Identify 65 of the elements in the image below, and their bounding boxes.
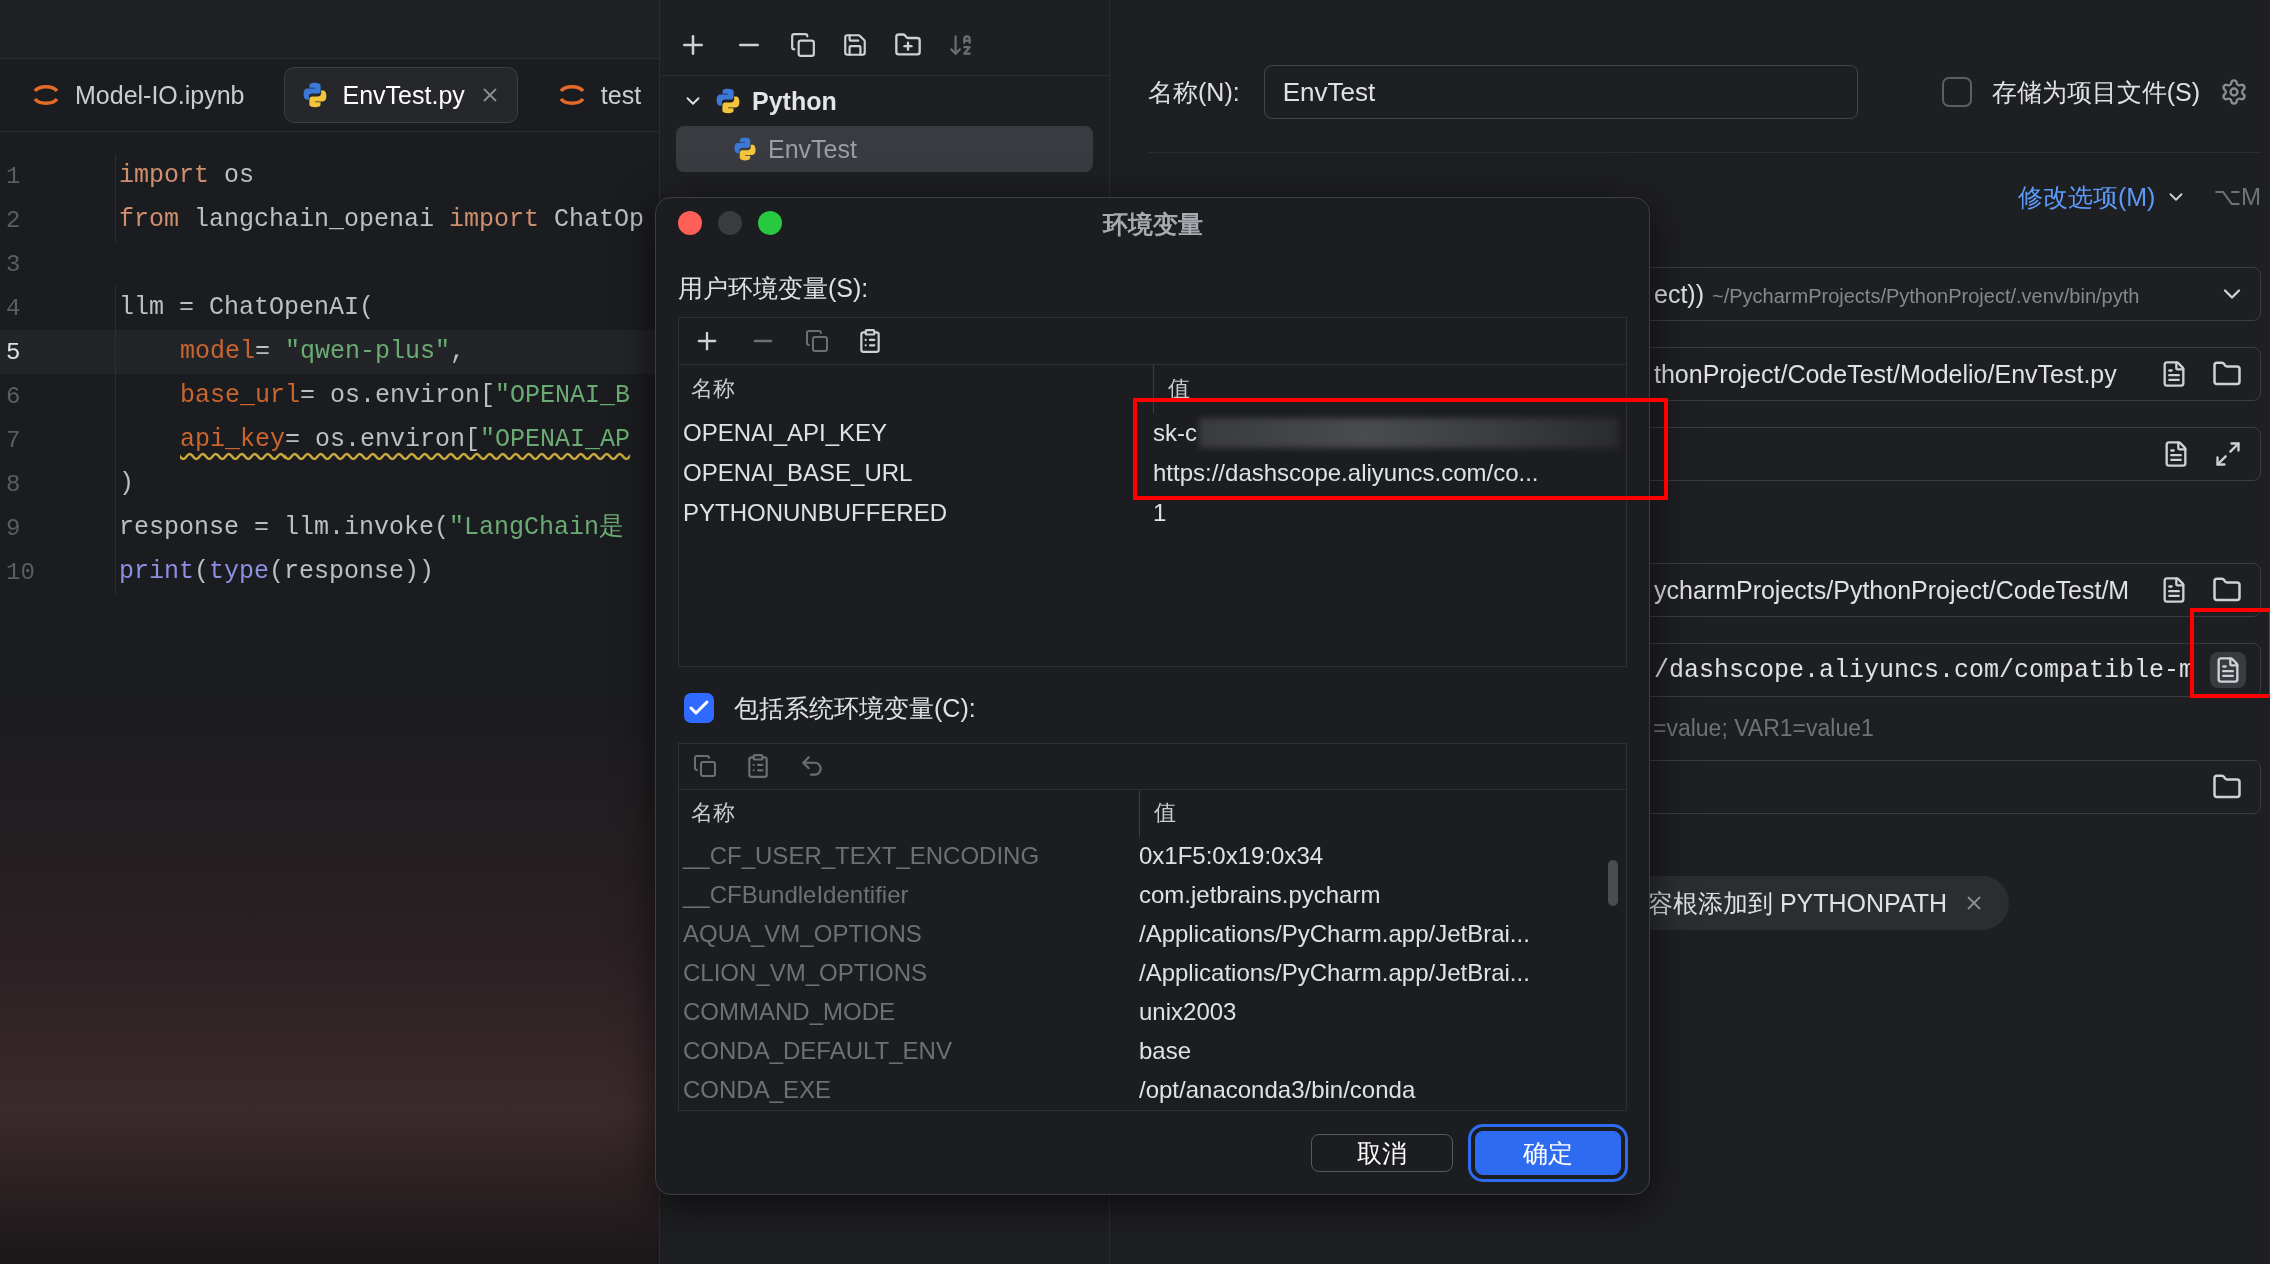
table-cell: sk-c bbox=[1153, 418, 1619, 448]
column-header: 名称 bbox=[690, 799, 736, 828]
column-header: 值 bbox=[1139, 789, 1626, 837]
line-number: 10 bbox=[5, 558, 36, 586]
table-cell-text: /Applications/PyCharm.app/JetBrai... bbox=[1139, 959, 1531, 988]
checkbox-label: 存储为项目文件(S) bbox=[1991, 76, 2200, 108]
document-icon[interactable] bbox=[2210, 652, 2247, 688]
tree-label: Python bbox=[752, 86, 837, 116]
table-cell-text: https://dashscope.aliyuncs.com/co... bbox=[1153, 459, 1540, 487]
file-tab[interactable]: test bbox=[539, 67, 659, 123]
table-cell-text: __CFBundleIdentifier bbox=[681, 881, 910, 910]
table-cell-text: unix2003 bbox=[1139, 998, 1238, 1027]
name-field[interactable]: EnvTest bbox=[1263, 65, 1858, 119]
tree-item[interactable]: EnvTest bbox=[676, 126, 1093, 172]
tab-label: EnvTest.py bbox=[342, 80, 465, 110]
line-number: 4 bbox=[5, 294, 22, 322]
line-number: 2 bbox=[5, 206, 22, 234]
checkbox[interactable] bbox=[1941, 77, 1972, 107]
python-icon bbox=[714, 87, 742, 115]
table-cell-text: 1 bbox=[1153, 499, 1168, 527]
tree-label: EnvTest bbox=[768, 134, 857, 164]
table-cell-text: AQUA_VM_OPTIONS bbox=[682, 920, 923, 949]
table-cell-text: base bbox=[1139, 1037, 1193, 1066]
line-number: 5 bbox=[5, 338, 22, 366]
file-tab[interactable]: EnvTest.py bbox=[283, 67, 518, 123]
name-label: 名称(N): bbox=[1148, 76, 1240, 108]
checkbox[interactable] bbox=[684, 693, 714, 723]
tab-label: Model-IO.ipynb bbox=[75, 80, 245, 110]
table-cell-text: com.jetbrains.pycharm bbox=[1139, 881, 1382, 910]
close-light[interactable] bbox=[678, 211, 702, 235]
table-cell-text: CONDA_EXE bbox=[682, 1076, 833, 1105]
field-hint: =value; VAR1=value1 bbox=[1652, 715, 1875, 742]
line-number: 6 bbox=[5, 382, 22, 410]
table-cell-text: 0x1F5:0x19:0x34 bbox=[1139, 842, 1325, 871]
zoom-light[interactable] bbox=[758, 211, 782, 235]
python-icon bbox=[732, 136, 758, 162]
table-cell-text: CLION_VM_OPTIONS bbox=[682, 959, 929, 988]
table-cell-text: __CF_USER_TEXT_ENCODING bbox=[681, 842, 1041, 871]
chip-label: 容根添加到 PYTHONPATH bbox=[1648, 887, 1948, 919]
tab-label: test bbox=[600, 80, 642, 110]
table-cell-text: CONDA_DEFAULT_ENV bbox=[682, 1037, 953, 1066]
tree-item[interactable]: Python bbox=[676, 78, 1093, 124]
shortcut-label: ⌥M bbox=[2213, 183, 2262, 211]
checkbox-label: 包括系统环境变量(C): bbox=[734, 692, 976, 724]
table-cell-text: OPENAI_BASE_URL bbox=[682, 459, 914, 487]
file-tab[interactable]: Model-IO.ipynb bbox=[14, 67, 262, 123]
table-cell-text: OPENAI_API_KEY bbox=[682, 419, 889, 447]
code-line: import os bbox=[115, 154, 659, 198]
table-cell-text: COMMAND_MODE bbox=[682, 998, 896, 1027]
line-number: 1 bbox=[5, 162, 22, 190]
cancel-button[interactable]: 取消 bbox=[1311, 1134, 1453, 1172]
line-number: 3 bbox=[5, 250, 22, 278]
column-header: 值 bbox=[1153, 365, 1626, 413]
table-cell-text: PYTHONUNBUFFERED bbox=[682, 499, 948, 527]
settings-icon[interactable] bbox=[2220, 78, 2248, 106]
line-number: 9 bbox=[5, 514, 22, 542]
column-header: 名称 bbox=[690, 375, 736, 403]
table-cell-text: /opt/anaconda3/bin/conda bbox=[1139, 1076, 1417, 1105]
modify-options-link[interactable]: 修改选项(M) bbox=[2017, 180, 2156, 214]
scrollbar-thumb[interactable] bbox=[1608, 860, 1618, 906]
section-label: 用户环境变量(S): bbox=[678, 273, 870, 304]
dialog-title: 环境变量 bbox=[1102, 208, 1203, 240]
line-number: 8 bbox=[5, 470, 22, 498]
line-number: 7 bbox=[5, 426, 22, 454]
table-cell-text: /Applications/PyCharm.app/JetBrai... bbox=[1139, 920, 1531, 949]
